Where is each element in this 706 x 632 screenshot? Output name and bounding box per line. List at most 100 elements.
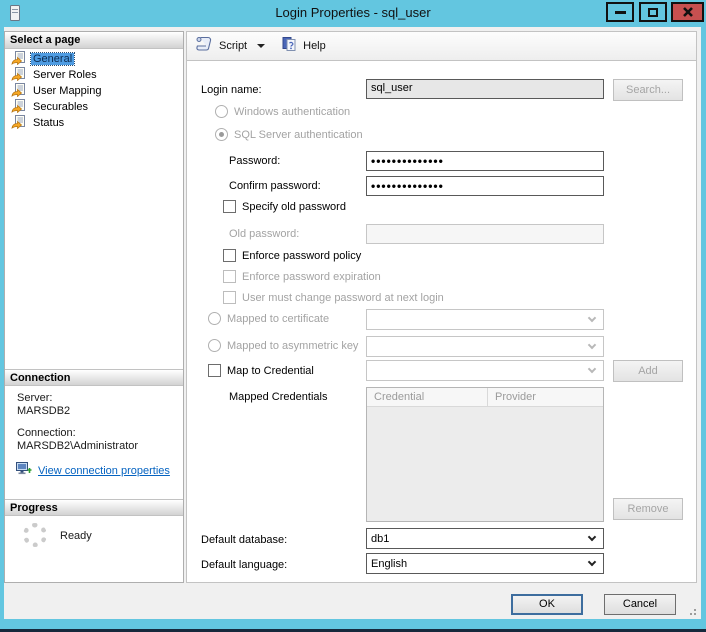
page-icon — [11, 99, 27, 116]
progress-spinner-icon — [23, 523, 47, 547]
default-database-label: Default database: — [201, 534, 287, 546]
progress-status: Ready — [60, 530, 92, 542]
view-connection-properties-link[interactable]: View connection properties — [38, 465, 170, 477]
sidebar-item-status[interactable]: Status — [5, 115, 183, 131]
windows-authentication-label: Windows authentication — [234, 106, 350, 118]
credential-column-header[interactable]: Credential — [367, 388, 488, 406]
resize-grip[interactable] — [686, 605, 696, 615]
remove-button[interactable]: Remove — [613, 498, 683, 520]
sidebar-item-label: User Mapping — [31, 85, 103, 97]
sidebar-item-label: Status — [31, 117, 66, 129]
close-icon — [681, 5, 695, 19]
connection-header: Connection — [5, 369, 183, 386]
page-icon — [11, 83, 27, 100]
sql-authentication-label: SQL Server authentication — [234, 129, 363, 141]
page-icon — [11, 67, 27, 84]
mapped-to-asymmetric-key-radio[interactable] — [208, 339, 221, 352]
sql-authentication-row: SQL Server authentication — [215, 128, 363, 141]
confirm-password-label: Confirm password: — [229, 180, 321, 192]
specify-old-password-row: Specify old password — [223, 200, 346, 213]
dialog-client-area: Select a page General Server Roles User … — [4, 27, 701, 619]
connection-value: MARSDB2\Administrator — [17, 440, 138, 452]
password-label: Password: — [229, 155, 280, 167]
default-database-combobox[interactable]: db1 — [366, 528, 604, 549]
mapped-credentials-table[interactable]: Credential Provider — [366, 387, 604, 522]
sql-authentication-radio[interactable] — [215, 128, 228, 141]
enforce-password-policy-checkbox[interactable] — [223, 249, 236, 262]
cancel-button[interactable]: Cancel — [604, 594, 676, 615]
minimize-button[interactable] — [606, 2, 634, 22]
old-password-label: Old password: — [229, 228, 299, 240]
windows-authentication-radio[interactable] — [215, 105, 228, 118]
sidebar-item-server-roles[interactable]: Server Roles — [5, 67, 183, 83]
credentials-table-header: Credential Provider — [367, 388, 603, 407]
mapped-to-certificate-label: Mapped to certificate — [227, 313, 329, 325]
confirm-password-input[interactable]: •••••••••••••• — [366, 176, 604, 196]
certificate-combobox[interactable] — [366, 309, 604, 330]
mapped-to-asymmetric-key-row: Mapped to asymmetric key — [208, 339, 358, 352]
script-dropdown-icon[interactable] — [257, 44, 265, 48]
script-icon — [195, 36, 213, 56]
title-bar[interactable]: Login Properties - sql_user — [0, 0, 706, 27]
mapped-to-certificate-radio[interactable] — [208, 312, 221, 325]
must-change-password-checkbox[interactable] — [223, 291, 236, 304]
page-icon — [11, 51, 27, 68]
login-name-label: Login name: — [201, 84, 262, 96]
sidebar: Select a page General Server Roles User … — [4, 31, 184, 583]
server-value: MARSDB2 — [17, 405, 70, 417]
sidebar-item-securables[interactable]: Securables — [5, 99, 183, 115]
chevron-down-icon — [588, 533, 596, 541]
sidebar-item-general[interactable]: General — [5, 51, 183, 67]
specify-old-password-label: Specify old password — [242, 201, 346, 213]
mapped-credentials-label: Mapped Credentials — [229, 391, 327, 403]
credential-combobox[interactable] — [366, 360, 604, 381]
maximize-button[interactable] — [639, 2, 667, 22]
enforce-password-expiration-row: Enforce password expiration — [223, 270, 381, 283]
sidebar-item-user-mapping[interactable]: User Mapping — [5, 83, 183, 99]
chevron-down-icon — [588, 365, 596, 373]
add-button[interactable]: Add — [613, 360, 683, 382]
specify-old-password-checkbox[interactable] — [223, 200, 236, 213]
sidebar-item-label: Server Roles — [31, 69, 99, 81]
login-name-input[interactable]: sql_user — [366, 79, 604, 99]
chevron-down-icon — [588, 558, 596, 566]
sidebar-item-label: General — [31, 53, 74, 65]
ok-button[interactable]: OK — [511, 594, 583, 615]
page-tree: General Server Roles User Mapping Secura… — [5, 51, 183, 131]
page-icon — [11, 115, 27, 132]
script-button[interactable]: Script — [219, 40, 247, 52]
sidebar-item-label: Securables — [31, 101, 90, 113]
must-change-password-label: User must change password at next login — [242, 292, 444, 304]
chevron-down-icon — [588, 341, 596, 349]
general-page-panel: Login name: sql_user Search... Windows a… — [186, 61, 697, 583]
close-button[interactable] — [671, 2, 704, 22]
default-language-label: Default language: — [201, 559, 287, 571]
windows-authentication-row: Windows authentication — [215, 105, 350, 118]
default-language-combobox[interactable]: English — [366, 553, 604, 574]
search-button[interactable]: Search... — [613, 79, 683, 101]
connection-label: Connection: — [17, 427, 76, 439]
enforce-password-expiration-label: Enforce password expiration — [242, 271, 381, 283]
must-change-password-row: User must change password at next login — [223, 291, 444, 304]
help-button[interactable]: Help — [303, 40, 326, 52]
enforce-password-policy-label: Enforce password policy — [242, 250, 361, 262]
provider-column-header[interactable]: Provider — [488, 388, 536, 406]
enforce-password-policy-row: Enforce password policy — [223, 249, 361, 262]
maximize-icon — [648, 8, 658, 17]
connection-properties-icon — [15, 461, 33, 481]
password-input[interactable]: •••••••••••••• — [366, 151, 604, 171]
default-database-value: db1 — [371, 533, 589, 545]
toolbar: Script Help — [186, 31, 697, 61]
map-to-credential-label: Map to Credential — [227, 365, 314, 377]
server-label: Server: — [17, 392, 52, 404]
old-password-input[interactable] — [366, 224, 604, 244]
map-to-credential-checkbox[interactable] — [208, 364, 221, 377]
mapped-to-certificate-row: Mapped to certificate — [208, 312, 329, 325]
chevron-down-icon — [588, 314, 596, 322]
window-title: Login Properties - sql_user — [0, 5, 706, 20]
asymmetric-key-combobox[interactable] — [366, 336, 604, 357]
minimize-icon — [615, 11, 626, 14]
map-to-credential-row: Map to Credential — [208, 364, 314, 377]
enforce-password-expiration-checkbox[interactable] — [223, 270, 236, 283]
default-language-value: English — [371, 558, 589, 570]
